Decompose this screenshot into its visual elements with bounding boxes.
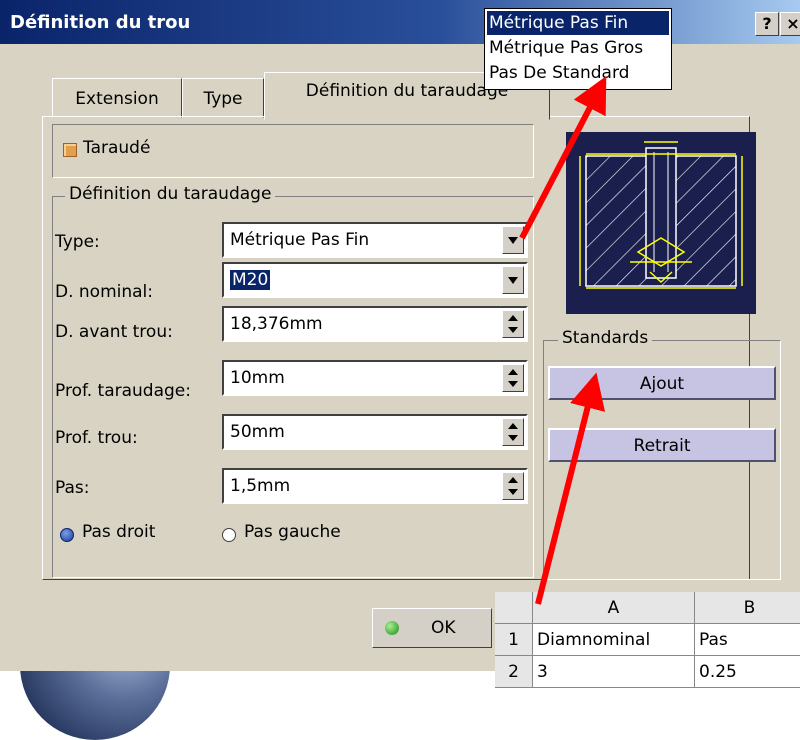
cell-b1[interactable]: Pas <box>695 624 800 656</box>
column-header-b[interactable]: B <box>695 592 800 624</box>
hole-depth-spin-button[interactable] <box>502 418 524 446</box>
row-header-1[interactable]: 1 <box>495 624 533 656</box>
group-title: Définition du taraudage <box>65 184 276 204</box>
tapped-row: Taraudé <box>52 124 534 178</box>
pre-hole-diameter-spin-button[interactable] <box>502 310 524 338</box>
nominal-diameter-label: D. nominal: <box>55 282 153 302</box>
nominal-diameter-dropdown-button[interactable] <box>502 266 524 294</box>
window-title: Définition du trou <box>10 12 191 33</box>
type-label: Type: <box>55 232 100 252</box>
ok-status-icon <box>385 621 399 635</box>
pre-hole-diameter-spinner[interactable]: 18,376mm <box>222 306 528 342</box>
ok-button[interactable]: OK <box>372 608 492 648</box>
ok-label: OK <box>431 618 456 638</box>
standards-title: Standards <box>558 328 653 348</box>
column-header-a[interactable]: A <box>533 592 695 624</box>
tapped-label: Taraudé <box>83 138 151 158</box>
spreadsheet-excerpt: A B 1 Diamnominal Pas 2 3 0.25 <box>495 592 800 688</box>
left-hand-thread-radio[interactable] <box>222 528 236 542</box>
cell-b2[interactable]: 0.25 <box>695 656 800 688</box>
cell-a1[interactable]: Diamnominal <box>533 624 695 656</box>
type-dropdown-button[interactable] <box>502 226 524 254</box>
type-dropdown-list: Métrique Pas Fin Métrique Pas Gros Pas D… <box>484 8 672 90</box>
type-value: Métrique Pas Fin <box>230 230 370 250</box>
hole-depth-value: 50mm <box>230 422 285 442</box>
close-button[interactable]: × <box>780 12 800 36</box>
title-bar[interactable]: Définition du trou ? × <box>0 0 800 44</box>
row-header-2[interactable]: 2 <box>495 656 533 688</box>
tab-extension[interactable]: Extension <box>52 78 182 118</box>
pitch-spinner[interactable]: 1,5mm <box>222 468 528 504</box>
hole-definition-dialog: Définition du trou ? × Extension Type Dé… <box>0 0 800 671</box>
pitch-spin-button[interactable] <box>502 472 524 500</box>
pitch-label: Pas: <box>55 478 90 498</box>
type-option-fine[interactable]: Métrique Pas Fin <box>487 11 669 35</box>
hole-depth-label: Prof. trou: <box>55 428 138 448</box>
tab-type[interactable]: Type <box>182 78 264 118</box>
help-button[interactable]: ? <box>755 12 779 36</box>
hole-depth-spinner[interactable]: 50mm <box>222 414 528 450</box>
thread-preview-image <box>566 132 756 314</box>
remove-standard-button[interactable]: Retrait <box>548 428 776 462</box>
tapped-checkbox[interactable] <box>63 143 77 157</box>
type-combo[interactable]: Métrique Pas Fin <box>222 222 528 258</box>
nominal-diameter-value: M20 <box>230 270 271 290</box>
pitch-value: 1,5mm <box>230 476 291 496</box>
type-option-coarse[interactable]: Métrique Pas Gros <box>487 36 669 60</box>
corner-cell <box>495 592 533 624</box>
thread-depth-label: Prof. taraudage: <box>55 381 191 401</box>
thread-depth-spin-button[interactable] <box>502 364 524 392</box>
cell-a2[interactable]: 3 <box>533 656 695 688</box>
pre-hole-diameter-value: 18,376mm <box>230 314 323 334</box>
thread-depth-value: 10mm <box>230 368 285 388</box>
thread-depth-spinner[interactable]: 10mm <box>222 360 528 396</box>
right-hand-thread-radio[interactable] <box>60 528 74 542</box>
add-standard-button[interactable]: Ajout <box>548 366 776 400</box>
right-hand-thread-label: Pas droit <box>82 522 156 542</box>
thread-preview-drawing <box>579 141 743 289</box>
type-option-non-standard[interactable]: Pas De Standard <box>487 61 669 85</box>
pre-hole-diameter-label: D. avant trou: <box>55 322 173 342</box>
nominal-diameter-combo[interactable]: M20 <box>222 262 528 298</box>
left-hand-thread-label: Pas gauche <box>244 522 341 542</box>
